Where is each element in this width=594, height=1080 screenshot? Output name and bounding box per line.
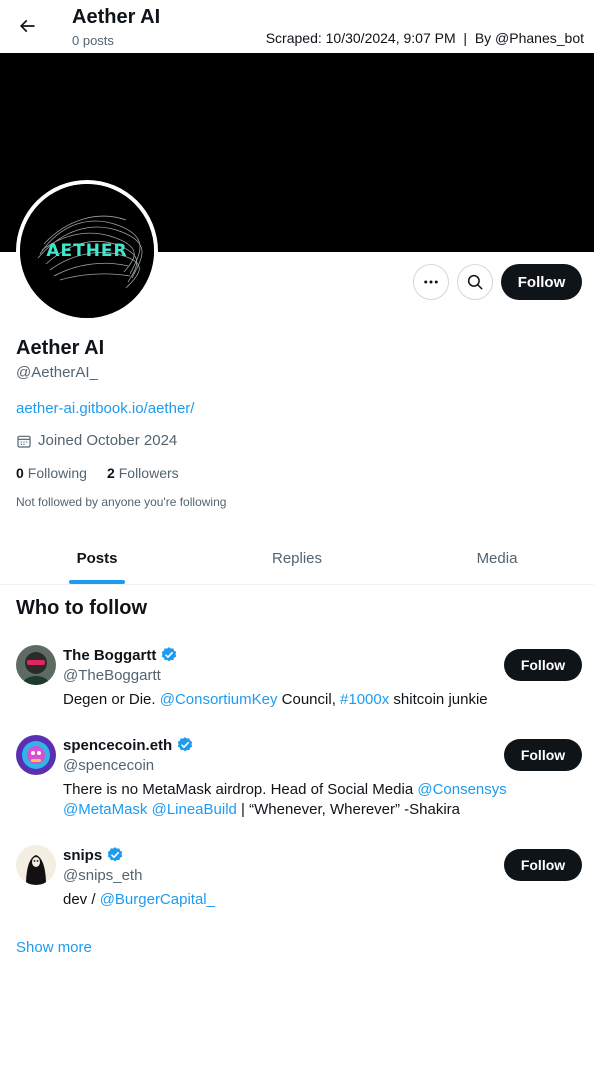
suggestion-handle: @snips_eth (63, 867, 143, 884)
tab-media[interactable]: Media (400, 532, 594, 584)
bio-text: dev / (63, 891, 100, 908)
suggestion-avatar[interactable] (16, 645, 56, 685)
suggestion-name-text: snips (63, 846, 103, 864)
arrow-left-icon (19, 19, 35, 33)
bio-mention-link[interactable]: @ConsortiumKey (160, 691, 278, 708)
snips-avatar-icon (16, 845, 56, 885)
bio-mention-link[interactable]: #1000x (340, 691, 389, 708)
tab-replies-label: Replies (271, 549, 323, 567)
bio-text: shitcoin junkie (389, 691, 488, 708)
following-link[interactable]: 0 Following (16, 465, 87, 481)
suggestion-name[interactable]: spencecoin.eth (63, 736, 194, 754)
followers-count: 2 (106, 465, 115, 481)
tab-posts[interactable]: Posts (0, 532, 194, 584)
profile-name: Aether AI (16, 337, 105, 359)
tab-replies[interactable]: Replies (194, 532, 400, 584)
who-to-follow-title: Who to follow (16, 597, 148, 619)
aether-logo-text: AETHER (46, 241, 127, 261)
search-icon (467, 274, 483, 290)
bio-text: Council, (277, 691, 341, 708)
spencecoin-avatar-icon (16, 735, 56, 775)
profile-website-link[interactable]: aether-ai.gitbook.io/aether/ (16, 400, 194, 417)
following-count: 0 (16, 465, 24, 481)
suggestion-handle: @TheBoggartt (63, 667, 161, 684)
joined-date: Joined October 2024 (16, 432, 177, 449)
boggartt-avatar-icon (16, 645, 56, 685)
verified-badge-icon (107, 847, 123, 862)
back-button[interactable] (10, 9, 44, 43)
followers-link[interactable]: 2 Followers (107, 465, 179, 481)
suggestion-follow-button[interactable]: Follow (504, 649, 582, 681)
suggestion-avatar[interactable] (16, 845, 56, 885)
suggestion-bio: Degen or Die. @ConsortiumKey Council, #1… (63, 690, 563, 710)
followers-label: Followers (118, 465, 179, 481)
bio-mention-link[interactable]: @BurgerCapital_ (100, 891, 215, 908)
bio-mention-link[interactable]: @Consensys (417, 781, 506, 798)
bio-text: There is no MetaMask airdrop. Head of So… (63, 781, 418, 798)
active-tab-indicator (69, 580, 125, 584)
following-label: Following (27, 465, 87, 481)
more-dots-icon (424, 280, 438, 284)
tab-posts-label: Posts (76, 549, 118, 567)
suggestion-bio: dev / @BurgerCapital_ (63, 890, 563, 910)
suggestion-bio: There is no MetaMask airdrop. Head of So… (63, 780, 563, 820)
search-profile-button[interactable] (457, 264, 493, 300)
tab-media-label: Media (476, 549, 518, 567)
suggestion-follow-button[interactable]: Follow (504, 849, 582, 881)
joined-text: Joined October 2024 (38, 432, 178, 449)
page-title: Aether AI (72, 6, 161, 28)
suggestion-avatar[interactable] (16, 735, 56, 775)
suggestion-follow-button[interactable]: Follow (504, 739, 582, 771)
show-more-link[interactable]: Show more (16, 939, 92, 956)
follow-button[interactable]: Follow (501, 264, 582, 300)
bio-text: Degen or Die. (63, 691, 160, 708)
profile-handle: @AetherAI_ (16, 364, 98, 381)
bio-mention-link[interactable]: @MetaMask (63, 801, 147, 818)
profile-avatar[interactable]: AETHER (16, 180, 158, 322)
profile-tabs: Posts Replies Media (0, 532, 594, 585)
suggestion-name[interactable]: snips (63, 846, 124, 864)
suggestion-name[interactable]: The Boggartt (63, 646, 178, 664)
verified-badge-icon (178, 737, 193, 752)
scrape-info: Scraped: 10/30/2024, 9:07 PM | By @Phane… (265, 30, 584, 46)
suggestion-name-text: The Boggartt (63, 646, 157, 664)
bio-text: | “Whenever, Wherever” -Shakira (236, 801, 461, 818)
aether-logo-icon: AETHER (20, 184, 154, 318)
calendar-icon (17, 435, 31, 448)
top-bar: Aether AI 0 posts Scraped: 10/30/2024, 9… (0, 0, 594, 53)
not-followed-note: Not followed by anyone you're following (16, 495, 227, 509)
verified-badge-icon (162, 647, 177, 662)
bio-mention-link[interactable]: @LineaBuild (152, 801, 237, 818)
more-options-button[interactable] (413, 264, 449, 300)
suggestion-handle: @spencecoin (63, 757, 155, 774)
posts-count: 0 posts (72, 33, 114, 48)
profile-stats: 0 Following 2 Followers (16, 465, 179, 481)
suggestion-name-text: spencecoin.eth (63, 736, 173, 754)
